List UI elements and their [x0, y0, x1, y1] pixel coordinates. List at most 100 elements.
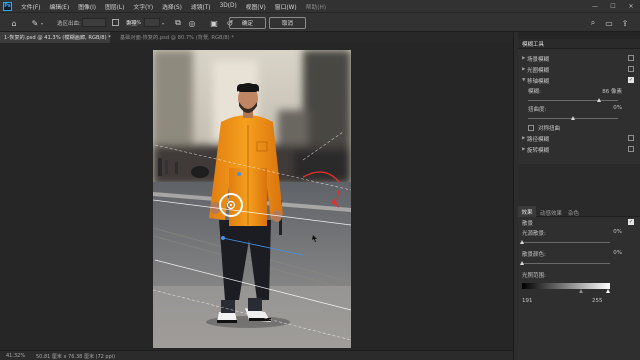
tilt-blur-value[interactable]: 86 像素	[602, 87, 622, 95]
blur-item-path-label: 路径模糊	[527, 136, 550, 143]
save-mask-icon[interactable]: ⧉	[173, 18, 183, 28]
zoom-level[interactable]: 41.32%	[6, 353, 25, 359]
tab-document-2[interactable]: 基础对面-恢复的.psd @ 80.7% (背景, RGB/8) *	[116, 32, 241, 43]
bokeh-color-slider[interactable]	[518, 261, 640, 270]
maximize-icon[interactable]: ☐	[604, 0, 622, 12]
tilt-distortion-value[interactable]: 0%	[613, 105, 622, 111]
menu-file[interactable]: 文件(F)	[21, 2, 40, 11]
blur-tools-title: 模糊工具	[518, 39, 640, 49]
cancel-button[interactable]: 取消	[269, 17, 306, 29]
document-tabs: 1-恢复的.psd @ 41.3% (模糊画廊, RGB/8) * 基础对面-恢…	[0, 32, 513, 43]
blur-item-iris-checkbox[interactable]	[628, 66, 634, 72]
tilt-blur-thumb[interactable]	[596, 98, 601, 102]
tab-effects[interactable]: 效果	[518, 206, 536, 217]
menu-view[interactable]: 视图(V)	[246, 2, 266, 11]
blur-item-spin[interactable]: ▶ 旋转模糊	[518, 144, 640, 155]
selection-bleed-label: 选区出血:	[57, 21, 81, 27]
tool-dropdown-icon[interactable]: ▾	[41, 21, 43, 26]
bokeh-color-track	[522, 263, 610, 264]
blur-item-path[interactable]: ▶ 路径模糊	[518, 133, 640, 144]
bokeh-color-thumb[interactable]	[519, 261, 524, 265]
ok-button[interactable]: 确定	[229, 17, 266, 29]
symmetric-distortion-checkbox[interactable]	[528, 124, 534, 131]
tilt-blur-label: 模糊:	[528, 89, 541, 95]
close-icon[interactable]: ✕	[622, 0, 640, 12]
remove-pins-icon[interactable]: ▣	[209, 18, 219, 28]
tab-noise[interactable]: 杂色	[568, 209, 579, 217]
bokeh-color-label: 散景颜色:	[522, 252, 546, 258]
photo-artwork	[153, 50, 351, 348]
bokeh-brightness-label: 光源散景:	[522, 231, 546, 237]
tab-document-1[interactable]: 1-恢复的.psd @ 41.3% (模糊画廊, RGB/8) *	[0, 32, 111, 43]
blur-item-iris-label: 光圈模糊	[527, 67, 550, 74]
document-image[interactable]	[153, 50, 351, 348]
blur-item-path-checkbox[interactable]	[628, 135, 634, 141]
menu-help[interactable]: 帮助(H)	[306, 2, 326, 11]
light-range-min-value[interactable]: 191	[522, 298, 533, 304]
amount-dropdown-icon[interactable]: ▾	[162, 21, 164, 26]
bokeh-brightness-value[interactable]: 0%	[613, 229, 622, 235]
home-icon[interactable]: ⌂	[9, 18, 19, 28]
menu-edit[interactable]: 编辑(E)	[49, 2, 69, 11]
menu-3d[interactable]: 3D(D)	[220, 3, 237, 9]
menu-filter[interactable]: 滤镜(T)	[191, 2, 211, 11]
blur-item-tilt-shift[interactable]: ▼ 移轴模糊 ✓	[518, 75, 640, 86]
effects-tabs: 效果 动感效果 杂色	[518, 206, 640, 217]
light-range-gradient	[522, 283, 610, 289]
tilt-distortion-thumb[interactable]	[570, 116, 575, 120]
blur-item-tilt-shift-checkbox[interactable]: ✓	[628, 77, 634, 83]
blur-item-tilt-shift-label: 移轴模糊	[527, 78, 550, 85]
minimize-icon[interactable]: —	[586, 0, 604, 12]
panel-spacer	[518, 164, 640, 206]
menu-layer[interactable]: 图层(L)	[105, 2, 124, 11]
document-info[interactable]: 50.81 厘米 x 76.38 厘米 (72 ppi)	[36, 353, 115, 360]
photoshop-logo: Ps	[3, 1, 12, 11]
light-range-values: 191 255	[518, 297, 640, 306]
bokeh-brightness-thumb[interactable]	[519, 240, 524, 244]
menu-select[interactable]: 选择(S)	[162, 2, 182, 11]
light-range-max-thumb[interactable]	[606, 289, 610, 293]
menu-window[interactable]: 窗口(W)	[275, 2, 297, 11]
tab-document-2-label: 基础对面-恢复的.psd @ 80.7% (背景, RGB/8) *	[120, 35, 234, 41]
options-bar: ⌂ ✎ ▾ 选区出血: 数量: 100% ▾ ⧉ ◎ ▣ ↺ 确定 取消 ⌕ ▭…	[0, 12, 640, 32]
selection-checkbox[interactable]	[112, 19, 119, 26]
menu-bar: Ps 文件(F) 编辑(E) 图像(I) 图层(L) 文字(Y) 选择(S) 滤…	[0, 0, 640, 12]
blur-item-field[interactable]: ▶ 场景模糊	[518, 53, 640, 64]
bokeh-brightness-param: 光源散景: 0%	[518, 228, 640, 241]
blur-item-spin-checkbox[interactable]	[628, 146, 634, 152]
blur-tools-panel: 模糊工具 ▶ 场景模糊 ▶ 光圈模糊 ▼ 移轴模糊 ✓ 模糊: 86 像素 扭曲…	[518, 39, 640, 164]
tilt-blur-param: 模糊: 86 像素	[518, 86, 640, 99]
selection-bleed-field[interactable]	[82, 18, 106, 27]
light-range-label: 光照范围:	[522, 273, 546, 279]
menu-type[interactable]: 文字(Y)	[133, 2, 153, 11]
bokeh-brightness-slider[interactable]	[518, 240, 640, 249]
amount-field[interactable]: 100%	[127, 18, 160, 27]
blur-item-spin-label: 旋转模糊	[527, 147, 550, 154]
symmetric-distortion-row[interactable]: 对称扭曲	[518, 122, 640, 133]
light-range-slider[interactable]	[518, 283, 640, 297]
tilt-blur-track	[528, 100, 618, 101]
blur-item-iris[interactable]: ▶ 光圈模糊	[518, 64, 640, 75]
window-controls: — ☐ ✕	[586, 0, 640, 12]
bokeh-checkbox[interactable]: ✓	[628, 219, 634, 225]
pin-tool-icon[interactable]: ✎	[30, 18, 40, 28]
high-quality-icon[interactable]: ◎	[187, 18, 197, 28]
tilt-distortion-label: 扭曲度:	[528, 107, 547, 113]
effects-panel: 效果 动感效果 杂色 散景 ✓ 光源散景: 0% 散景颜色: 0% 光照范围: …	[518, 206, 640, 360]
tab-motion-effects[interactable]: 动感效果	[540, 209, 562, 217]
share-icon[interactable]: ⇪	[620, 18, 630, 28]
blur-item-field-checkbox[interactable]	[628, 55, 634, 61]
workspace-icon[interactable]: ▭	[604, 18, 614, 28]
light-range-min-thumb[interactable]	[579, 289, 583, 293]
light-range-max-value[interactable]: 255	[592, 298, 603, 304]
bokeh-row[interactable]: 散景 ✓	[518, 217, 640, 228]
bokeh-color-value[interactable]: 0%	[613, 250, 622, 256]
bokeh-brightness-track	[522, 242, 610, 243]
amount-value: 100%	[127, 20, 142, 26]
bokeh-color-param: 散景颜色: 0%	[518, 249, 640, 262]
menu-image[interactable]: 图像(I)	[78, 2, 96, 11]
bokeh-label: 散景	[522, 220, 534, 227]
tab-document-1-label: 1-恢复的.psd @ 41.3% (模糊画廊, RGB/8) *	[4, 35, 111, 41]
search-icon[interactable]: ⌕	[588, 18, 598, 28]
canvas-area[interactable]	[0, 43, 513, 350]
